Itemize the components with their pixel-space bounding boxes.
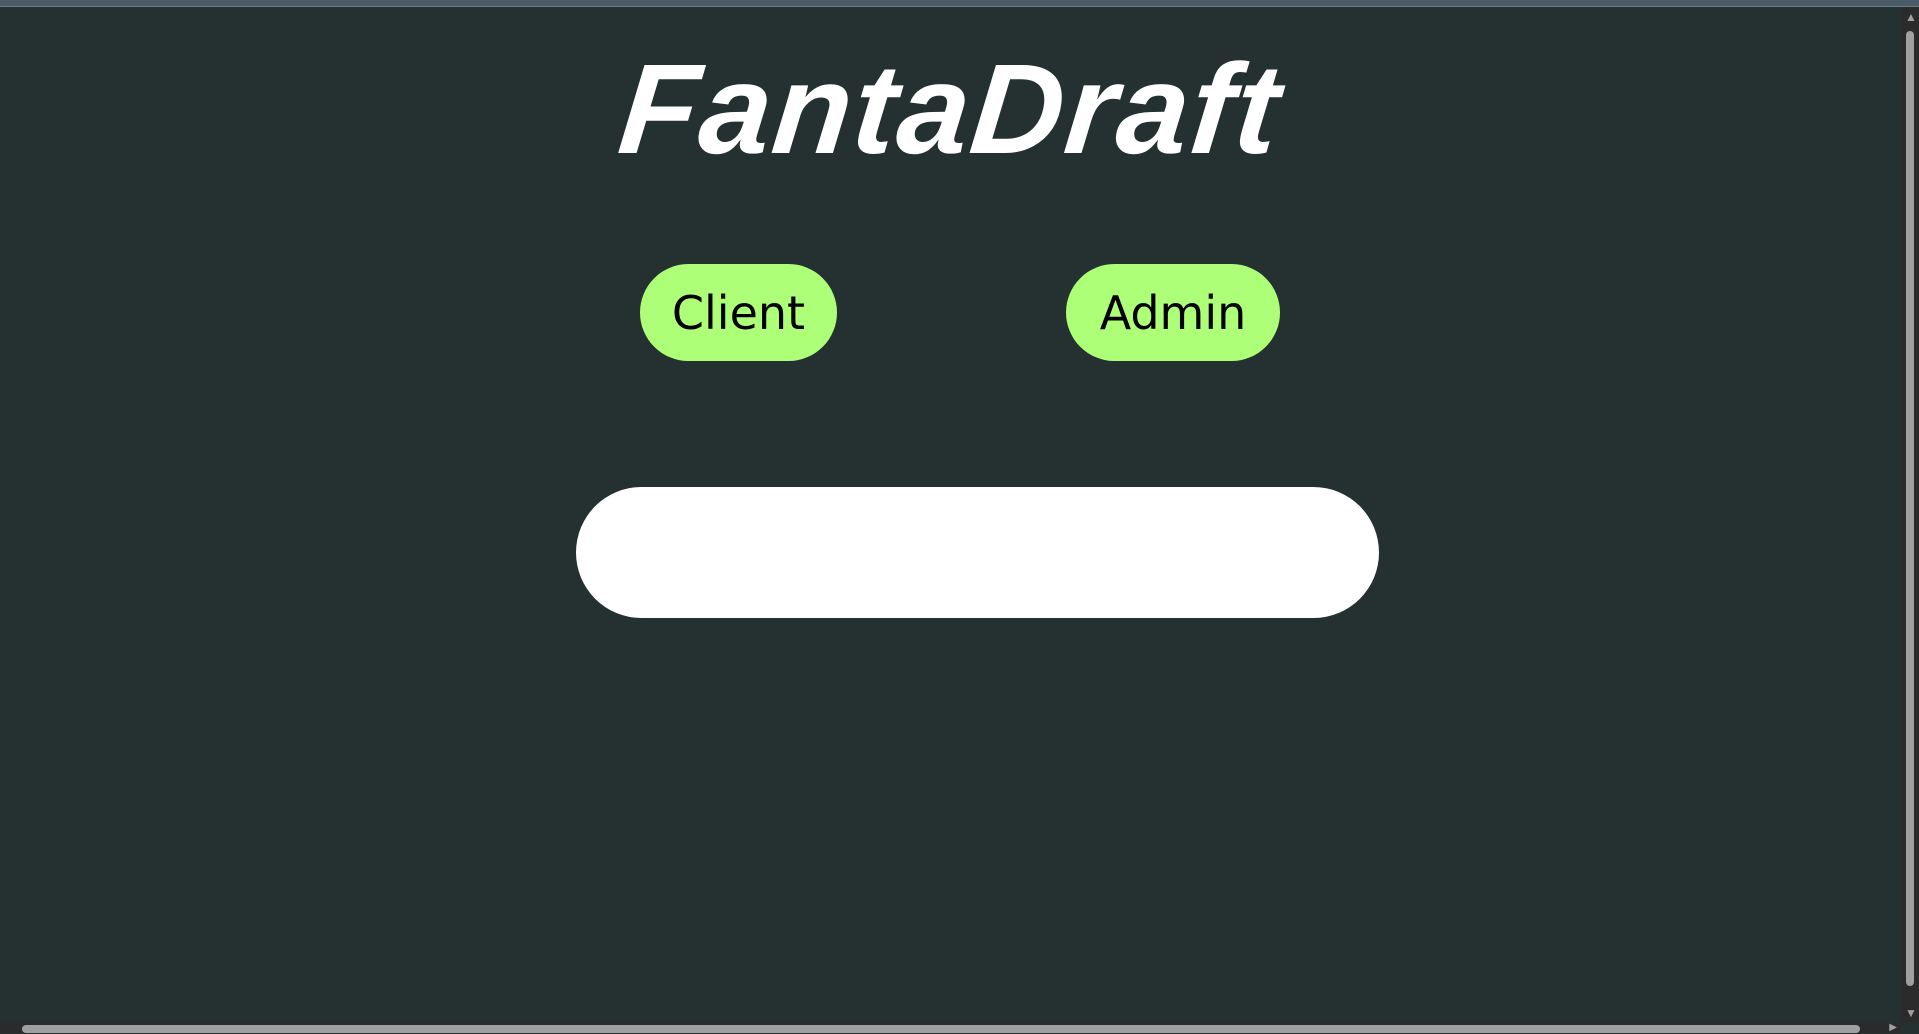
vertical-scroll-thumb[interactable]	[1906, 31, 1914, 986]
admin-button[interactable]: Admin	[1066, 264, 1280, 361]
app-title: FantaDraft	[613, 38, 1289, 181]
client-button[interactable]: Client	[640, 264, 837, 361]
scroll-right-icon[interactable]: ▶	[1889, 1022, 1897, 1034]
scroll-up-icon[interactable]: ▲	[1905, 11, 1917, 23]
text-input[interactable]	[576, 487, 1379, 618]
horizontal-scrollbar[interactable]: ▶	[0, 1022, 1901, 1034]
browser-top-bar	[0, 0, 1919, 7]
vertical-scrollbar[interactable]: ▲ ▼	[1901, 7, 1919, 1023]
scroll-down-icon[interactable]: ▼	[1905, 1007, 1917, 1019]
horizontal-scroll-thumb[interactable]	[22, 1025, 1860, 1033]
